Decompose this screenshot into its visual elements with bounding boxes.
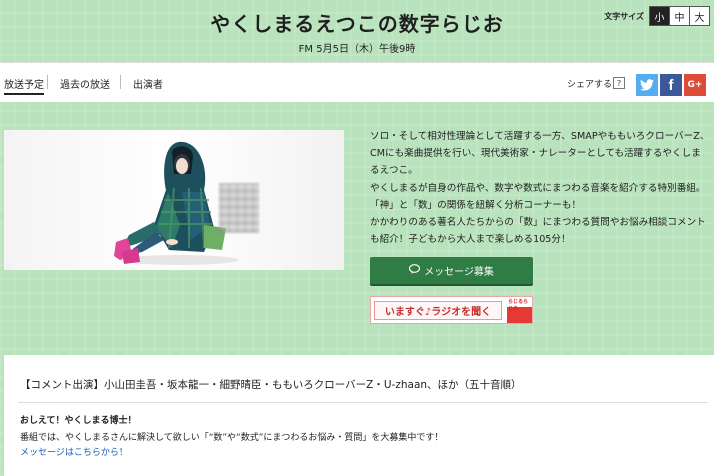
blurred-area xyxy=(219,183,259,233)
share-label: シェアする xyxy=(567,80,613,90)
twitter-icon[interactable] xyxy=(636,74,658,96)
nav-divider xyxy=(47,75,48,89)
hero-photo xyxy=(4,130,344,270)
twitter-bird-icon xyxy=(640,79,654,91)
program-description: ソロ・そして相対性理論として活躍する一方、SMAPやももいろクローバーZ、CMに… xyxy=(370,128,710,248)
share-help-icon[interactable]: ? xyxy=(613,77,625,89)
nav-item-past-broadcasts[interactable]: 過去の放送 xyxy=(60,76,110,91)
google-plus-icon[interactable]: G+ xyxy=(684,74,706,96)
broadcast-time: FM 5月5日（木）午後9時 xyxy=(298,44,416,55)
page-header: やくしまるえつこの数字らじお FM 5月5日（木）午後9時 文字サイズ 小 中 … xyxy=(0,0,714,62)
nav-divider xyxy=(120,75,121,89)
font-size-small-button[interactable]: 小 xyxy=(649,6,670,26)
message-button-label: メッセージ募集 xyxy=(424,267,494,278)
font-size-medium-button[interactable]: 中 xyxy=(669,6,690,26)
description-line: やくしまるが自身の作品や、数字や数式にまつわる音楽を紹介する特別番組。 xyxy=(370,182,706,194)
speech-bubble-icon xyxy=(408,264,421,277)
radio-listen-banner[interactable]: いますぐ♪ラジオを聞く らじるらじる xyxy=(370,296,533,324)
description-line: ソロ・そして相対性理論として活躍する一方、SMAPやももいろクローバーZ、CMに… xyxy=(370,131,710,177)
nav-item-cast[interactable]: 出演者 xyxy=(133,76,163,91)
comment-guests: 【コメント出演】小山田圭吾・坂本龍一・細野晴臣・ももいろクローバーZ・U-zha… xyxy=(20,379,522,391)
ask-section-body: 番組では、やくしまるさんに解決して欲しい「“数”や“数式”にまつわるお悩み・質問… xyxy=(20,433,444,443)
nav-item-schedule[interactable]: 放送予定 xyxy=(4,76,44,95)
message-link[interactable]: メッセージはこちらから！ xyxy=(20,445,128,458)
message-submit-button[interactable]: メッセージ募集 xyxy=(370,257,533,284)
listen-now-label: いますぐ♪ラジオを聞く xyxy=(374,301,502,320)
performer-figure xyxy=(114,141,239,265)
info-panel: 【コメント出演】小山田圭吾・坂本龍一・細野晴臣・ももいろクローバーZ・U-zha… xyxy=(4,355,714,476)
nav-bar: 放送予定 過去の放送 出演者 シェアする ? f G+ xyxy=(0,62,714,102)
facebook-icon[interactable]: f xyxy=(660,74,682,96)
ask-section-title: おしえて！やくしまる博士！ xyxy=(20,416,137,426)
description-line: かかわりのある著名人たちからの「数」にまつわる質問やお悩み相談コメントも紹介！子… xyxy=(370,217,706,246)
divider xyxy=(18,402,708,403)
font-size-label: 文字サイズ xyxy=(604,11,644,21)
font-size-large-button[interactable]: 大 xyxy=(689,6,710,26)
description-line: 「神」と「数」の関係を紐解く分析コーナーも！ xyxy=(370,199,582,211)
radio-app-name: らじるらじる xyxy=(508,299,529,312)
font-size-control: 文字サイズ 小 中 大 xyxy=(604,6,710,26)
